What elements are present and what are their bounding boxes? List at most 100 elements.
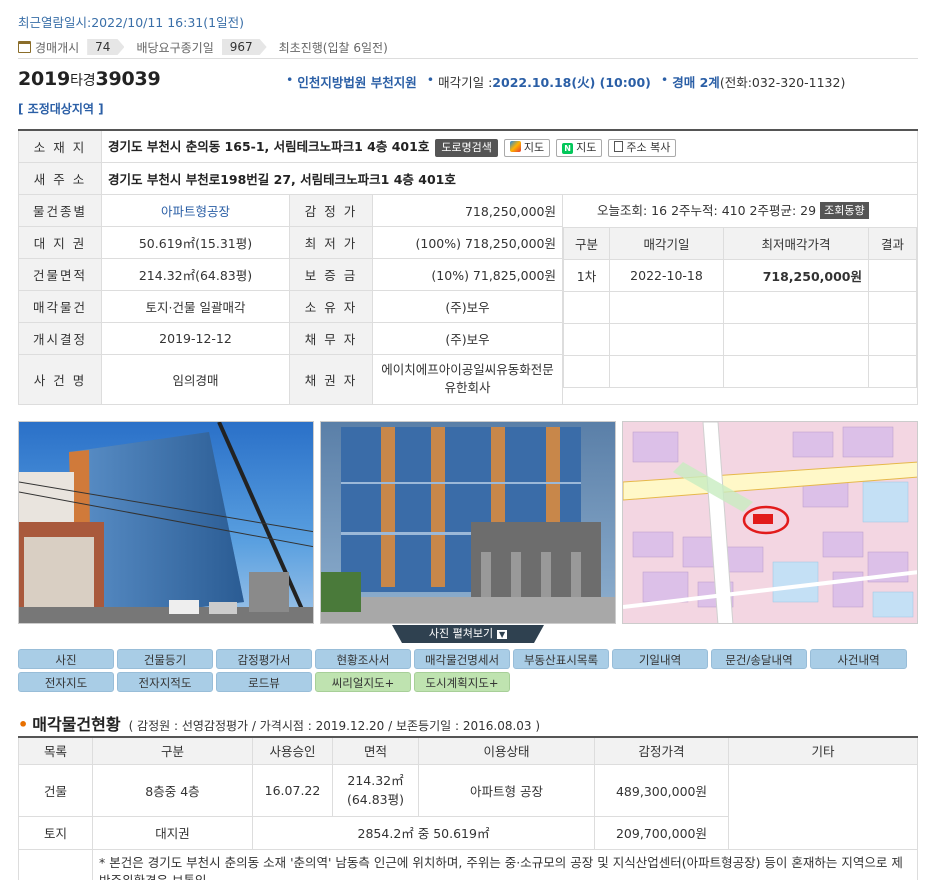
divider bbox=[18, 58, 918, 59]
expand-photos-button[interactable]: 사진 펼쳐보기 ▼ bbox=[392, 625, 544, 643]
calendar-icon bbox=[18, 41, 31, 53]
tab-cadastral-map[interactable]: 전자지적도 bbox=[117, 672, 213, 692]
photo-strip bbox=[18, 421, 918, 624]
prop-header: 면적 bbox=[332, 736, 419, 765]
building-area-value: 214.32㎡(64.83평) bbox=[101, 257, 290, 291]
trend-button[interactable]: 조회동향 bbox=[820, 201, 869, 219]
bid-result bbox=[868, 258, 917, 292]
building-photo-1[interactable] bbox=[18, 421, 314, 624]
tab-cereal-map[interactable]: 씨리얼지도+ bbox=[315, 672, 411, 692]
sale-item-label: 매각물건 bbox=[18, 289, 102, 323]
table-row: 건물 8층중 4층 16.07.22 214.32㎡ (64.83평) 아파트형 … bbox=[18, 763, 918, 850]
section-subtitle: ( 감정원 : 선영감정평가 / 가격시점 : 2019.12.20 / 보존등… bbox=[128, 719, 541, 733]
bid-header: 결과 bbox=[868, 226, 917, 260]
bid-date: 2022-10-18 bbox=[609, 258, 724, 292]
prop-header: 사용승인 bbox=[252, 736, 333, 765]
tab-documents[interactable]: 문건/송달내역 bbox=[711, 649, 807, 669]
land-right-label: 대 지 권 bbox=[18, 225, 102, 259]
property-table: 목록 구분 사용승인 면적 이용상태 감정가격 기타 건물 8층중 4층 16.… bbox=[18, 736, 918, 880]
tab-building-registry[interactable]: 건물등기 bbox=[117, 649, 213, 669]
prop-header: 이용상태 bbox=[418, 736, 595, 765]
chevron-down-icon: ▼ bbox=[499, 630, 506, 639]
adjust-area-tag: [ 조정대상지역 ] bbox=[18, 102, 104, 116]
bid-table: 구분 매각기일 최저매각가격 결과 1차 2022-10-18 718,250,… bbox=[563, 226, 917, 388]
copy-icon bbox=[614, 140, 624, 152]
prop-header: 감정가격 bbox=[594, 736, 729, 765]
road-search-button[interactable]: 도로명검색 bbox=[435, 138, 498, 157]
bid-header: 구분 bbox=[563, 226, 610, 260]
dept-link[interactable]: 경매 2계 bbox=[672, 72, 720, 91]
daum-map-button[interactable]: 지도 bbox=[503, 138, 551, 157]
owner-value: (주)보우 bbox=[372, 289, 563, 323]
bid-header: 최저매각가격 bbox=[723, 226, 869, 260]
land-right-value: 50.619㎡(15.31평) bbox=[101, 225, 290, 259]
owner-label: 소 유 자 bbox=[289, 289, 373, 323]
case-name-value: 임의경매 bbox=[101, 353, 290, 405]
creditor-label: 채 권 자 bbox=[289, 353, 373, 405]
appraisal-label: 감 정 가 bbox=[289, 193, 373, 227]
tab-date-history[interactable]: 기일내역 bbox=[612, 649, 708, 669]
building-photo-2[interactable] bbox=[320, 421, 616, 624]
deposit-value: (10%) 71,825,000원 bbox=[372, 257, 563, 291]
tab-roadview[interactable]: 로드뷰 bbox=[216, 672, 312, 692]
auction-start-label: 경매개시 bbox=[35, 40, 80, 55]
case-info-table: 소 재 지 경기도 부천시 춘의동 165-1, 서림테크노파크1 4층 401… bbox=[18, 129, 918, 405]
new-addr-label: 새 주 소 bbox=[18, 161, 102, 195]
tab-case-history[interactable]: 사건내역 bbox=[810, 649, 907, 669]
bid-round: 1차 bbox=[563, 258, 610, 292]
bid-header: 매각기일 bbox=[609, 226, 724, 260]
bullet-icon: • bbox=[18, 715, 29, 734]
location-label: 소 재 지 bbox=[18, 129, 102, 163]
sale-item-value: 토지·건물 일괄매각 bbox=[101, 289, 290, 323]
new-addr-cell: 경기도 부천시 부천로198번길 27, 서림테크노파크1 4층 401호 bbox=[101, 161, 918, 195]
building-area-label: 건물면적 bbox=[18, 257, 102, 291]
daum-logo-icon bbox=[509, 140, 521, 152]
section-title: • 매각물건현황 ( 감정원 : 선영감정평가 / 가격시점 : 2019.12… bbox=[18, 715, 541, 734]
tab-property-list[interactable]: 부동산표시목록 bbox=[513, 649, 609, 669]
sale-date: 2022.10.18(火) (10:00) bbox=[492, 75, 651, 90]
start-decision-label: 개시결정 bbox=[18, 321, 102, 355]
location-value: 경기도 부천시 춘의동 165-1, 서림테크노파크1 4층 401호 bbox=[108, 139, 430, 154]
location-cell: 경기도 부천시 춘의동 165-1, 서림테크노파크1 4층 401호 도로명검… bbox=[101, 129, 918, 163]
view-stats: 오늘조회: 16 2주누적: 410 2주평균: 29 조회동향 bbox=[563, 195, 917, 227]
prop-header: 목록 bbox=[18, 736, 93, 765]
dividend-label: 배당요구종기일 bbox=[136, 40, 214, 55]
stats-bar: 경매개시 74 배당요구종기일 967 최초진행(입찰 6일전) bbox=[18, 38, 388, 56]
min-price-value: (100%) 718,250,000원 bbox=[372, 225, 563, 259]
naver-logo-icon: N bbox=[562, 142, 574, 154]
naver-map-button[interactable]: N 지도 bbox=[556, 138, 603, 157]
prop-header: 구분 bbox=[92, 736, 253, 765]
min-price-label: 최 저 가 bbox=[289, 225, 373, 259]
appraisal-value: 718,250,000원 bbox=[372, 193, 563, 227]
tab-appraisal[interactable]: 감정평가서 bbox=[216, 649, 312, 669]
start-decision-value: 2019-12-12 bbox=[101, 321, 290, 355]
tab-status-report[interactable]: 현황조사서 bbox=[315, 649, 411, 669]
tab-sale-spec[interactable]: 매각물건명세서 bbox=[414, 649, 510, 669]
court-info: • 인천지방법원 부천지원 • 매각기일 : 2022.10.18(火) (10:0… bbox=[286, 72, 846, 91]
tab-urban-plan-map[interactable]: 도시계획지도+ bbox=[414, 672, 510, 692]
type-label: 물건종별 bbox=[18, 193, 102, 227]
case-name-label: 사 건 명 bbox=[18, 353, 102, 405]
debtor-label: 채 무 자 bbox=[289, 321, 373, 355]
property-note: * 본건은 경기도 부천시 춘의동 소재 '춘의역' 남동측 인근에 위치하며,… bbox=[92, 848, 918, 880]
deposit-label: 보 증 금 bbox=[289, 257, 373, 291]
right-panel: 오늘조회: 16 2주누적: 410 2주평균: 29 조회동향 구분 매각기일 … bbox=[562, 193, 918, 405]
creditor-value: 에이치에프아이공일씨유동화전문유한회사 bbox=[372, 353, 563, 405]
dividend-count: 967 bbox=[222, 39, 267, 55]
tab-e-map[interactable]: 전자지도 bbox=[18, 672, 114, 692]
bid-price: 718,250,000원 bbox=[723, 258, 869, 292]
court-name[interactable]: 인천지방법원 부천지원 bbox=[297, 72, 416, 91]
debtor-value: (주)보우 bbox=[372, 321, 563, 355]
first-proceed-text: 최초진행(입찰 6일전) bbox=[278, 40, 388, 55]
new-addr-value: 경기도 부천시 부천로198번길 27, 서림테크노파크1 4층 401호 bbox=[108, 171, 456, 187]
type-value[interactable]: 아파트형공장 bbox=[101, 193, 290, 227]
recent-view-text: 최근열람일시:2022/10/11 16:31(1일전) bbox=[18, 15, 244, 30]
copy-address-button[interactable]: 주소 복사 bbox=[608, 138, 677, 157]
case-number: 2019타경39039 bbox=[18, 68, 161, 90]
location-map-image[interactable] bbox=[622, 421, 918, 624]
prop-header: 기타 bbox=[728, 736, 918, 765]
dept-phone: (전화:032-320-1132) bbox=[719, 75, 846, 90]
auction-start-count: 74 bbox=[87, 39, 124, 55]
tab-photo[interactable]: 사진 bbox=[18, 649, 114, 669]
table-row: * 본건은 경기도 부천시 춘의동 소재 '춘의역' 남동측 인근에 위치하며,… bbox=[18, 848, 918, 880]
